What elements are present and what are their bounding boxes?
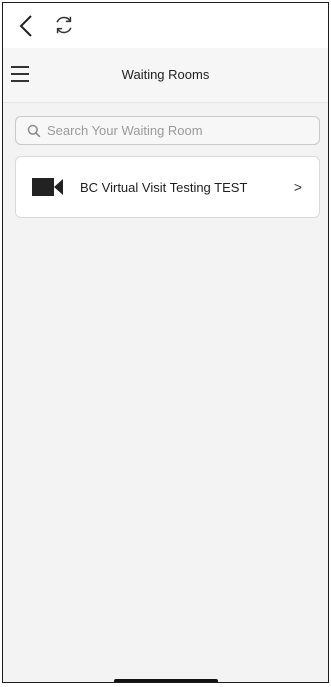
search-input[interactable] bbox=[47, 123, 319, 138]
home-indicator bbox=[113, 679, 218, 682]
waiting-room-item[interactable]: BC Virtual Visit Testing TEST > bbox=[15, 156, 320, 218]
refresh-icon bbox=[56, 16, 72, 34]
app-header: Waiting Rooms bbox=[3, 48, 328, 103]
browser-toolbar bbox=[3, 3, 328, 48]
app-screen: Waiting Rooms BC Virtual Visit Testing T… bbox=[2, 2, 329, 683]
reload-button[interactable] bbox=[51, 12, 77, 38]
chevron-left-icon bbox=[19, 15, 32, 37]
waiting-room-name: BC Virtual Visit Testing TEST bbox=[80, 179, 248, 195]
page-title: Waiting Rooms bbox=[121, 67, 210, 82]
chevron-right-icon: > bbox=[293, 179, 303, 195]
search-icon bbox=[27, 124, 41, 138]
search-bar[interactable] bbox=[15, 116, 320, 145]
back-button[interactable] bbox=[13, 13, 39, 39]
video-camera-icon bbox=[32, 177, 64, 197]
